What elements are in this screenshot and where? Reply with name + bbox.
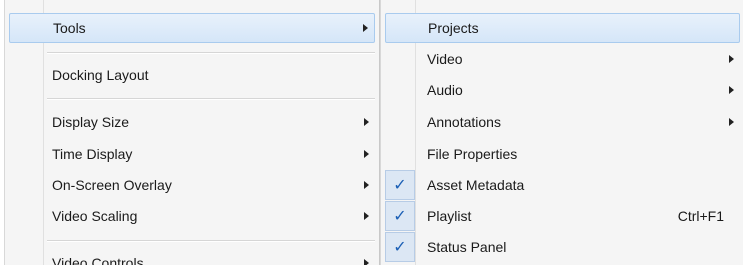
chevron-right-icon — [729, 55, 734, 63]
menu-item-label: Time Display — [52, 146, 133, 162]
chevron-right-icon — [729, 118, 734, 126]
menu-item-label: Annotations — [427, 114, 501, 130]
menu-item-video-scaling[interactable]: Video Scaling — [9, 201, 375, 231]
menu-item-audio[interactable]: Audio — [385, 75, 740, 105]
menu-item-time-display[interactable]: Time Display — [9, 139, 375, 169]
menu-item-label: Status Panel — [427, 239, 507, 255]
menu-item-label: Projects — [428, 20, 479, 36]
menu-item-label: Asset Metadata — [427, 177, 525, 193]
menu-item-label: File Properties — [427, 146, 518, 162]
menu-separator — [47, 98, 375, 100]
menu-item-label: Video — [427, 51, 463, 67]
chevron-right-icon — [364, 181, 369, 189]
menu-item-label: Playlist — [427, 208, 472, 224]
menu-item-asset-metadata[interactable]: ✓ Asset Metadata — [385, 170, 740, 200]
menu-item-video-controls[interactable]: Video Controls — [9, 248, 375, 265]
shortcut-label: Ctrl+F1 — [677, 208, 724, 224]
menu-item-file-properties[interactable]: File Properties — [385, 139, 740, 169]
menu-item-label: Audio — [427, 82, 463, 98]
menu-item-label: Video Controls — [52, 255, 144, 265]
menu-separator — [47, 52, 375, 54]
menu-item-on-screen-overlay[interactable]: On-Screen Overlay — [9, 170, 375, 200]
menu-item-status-panel[interactable]: ✓ Status Panel — [385, 232, 740, 262]
chevron-right-icon — [364, 259, 369, 265]
menu-item-label: On-Screen Overlay — [52, 177, 172, 193]
context-menu-view: Tools Docking Layout Display Size Time D… — [4, 0, 380, 265]
chevron-right-icon — [364, 118, 369, 126]
check-icon: ✓ — [385, 201, 415, 231]
menu-item-annotations[interactable]: Annotations — [385, 107, 740, 137]
menu-item-label: Video Scaling — [52, 208, 138, 224]
menu-item-tools[interactable]: Tools — [9, 13, 375, 43]
menu-separator — [47, 240, 375, 242]
chevron-right-icon — [364, 150, 369, 158]
check-icon: ✓ — [385, 170, 415, 200]
chevron-right-icon — [364, 212, 369, 220]
check-icon: ✓ — [385, 232, 415, 262]
chevron-right-icon — [729, 86, 734, 94]
menu-item-playlist[interactable]: ✓ Playlist Ctrl+F1 — [385, 201, 740, 231]
menu-item-video[interactable]: Video — [385, 44, 740, 74]
menu-item-docking-layout[interactable]: Docking Layout — [9, 60, 375, 90]
menu-item-label: Docking Layout — [52, 67, 149, 83]
menu-item-label: Display Size — [52, 114, 130, 130]
chevron-right-icon — [363, 24, 368, 32]
submenu-tools: Projects Video Audio Annotations File Pr… — [380, 0, 743, 265]
menu-item-display-size[interactable]: Display Size — [9, 107, 375, 137]
menu-item-projects[interactable]: Projects — [385, 13, 740, 43]
menu-item-label: Tools — [53, 20, 86, 36]
